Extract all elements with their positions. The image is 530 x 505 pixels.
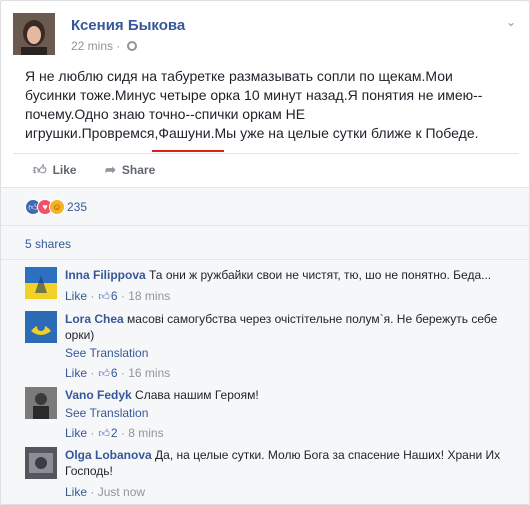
post-text: Я не люблю сидя на табуретке размазывать… (25, 67, 499, 143)
thumbs-up-icon: 👍︎ (98, 368, 110, 380)
comment-footer: Like · 👍︎6 · 16 mins (65, 364, 501, 383)
comment-text: масові самогубства через очістітельне по… (65, 312, 498, 342)
post-text-line: Я не люблю сидя на табуретке размазывать… (25, 68, 453, 84)
comment-like-link[interactable]: Like (65, 289, 87, 303)
share-arrow-icon: ➦ (105, 162, 116, 177)
haha-reaction-icon: ☺ (49, 199, 65, 215)
reactions-bar: 👍︎ ♥ ☺ 235 (1, 187, 529, 225)
comment-like-count[interactable]: 6 (111, 366, 118, 380)
thumbs-up-icon: 👍︎ (33, 162, 47, 177)
comments-section: Inna Filippova Та они ж ружбайки свои не… (1, 259, 529, 504)
comment-like-link[interactable]: Like (65, 366, 87, 380)
post-header: Ксения Быкова 22 mins · ⌄ (13, 13, 519, 57)
commenter-name[interactable]: Lora Chea (65, 312, 124, 326)
shares-bar: 5 shares (1, 225, 529, 259)
comment-like-count[interactable]: 6 (111, 289, 118, 303)
post-meta: 22 mins · (71, 39, 137, 53)
comment-body: Olga Lobanova Да, на целые сутки. Молю Б… (65, 447, 501, 501)
post-time[interactable]: 22 mins (71, 39, 113, 53)
thumbs-up-icon: 👍︎ (98, 291, 110, 303)
chevron-down-icon[interactable]: ⌄ (503, 15, 519, 31)
comment-footer: Like · 👍︎6 · 18 mins (65, 287, 501, 306)
author-avatar[interactable] (13, 13, 55, 55)
share-button[interactable]: ➦ Share (105, 162, 155, 178)
share-label: Share (121, 163, 156, 177)
comment-time[interactable]: 16 mins (128, 366, 170, 380)
see-translation-link[interactable]: See Translation (65, 343, 501, 363)
comment-body: Vano Fedyk Слава нашим Героям! See Trans… (65, 387, 501, 443)
comment-footer: Like · 👍︎2 · 8 mins (65, 424, 501, 443)
commenter-avatar[interactable] (25, 267, 57, 299)
see-translation-link[interactable]: See Translation (65, 403, 501, 423)
comment-footer: Like · Just now (65, 485, 146, 499)
author-name[interactable]: Ксения Быкова (71, 17, 185, 34)
comment-text: Та они ж ружбайки свои не чистят, тю, шо… (149, 268, 492, 282)
comment-body: Inna Filippova Та они ж ружбайки свои не… (65, 267, 501, 306)
comment-like-link[interactable]: Like (65, 485, 87, 499)
post-text-line: бусинки тоже.Минус четыре орка 10 минут … (25, 87, 483, 103)
post-text-line: игрушки.Провремся,Фашуни.Мы уже на целые… (25, 125, 479, 141)
globe-icon (126, 41, 137, 51)
like-button[interactable]: 👍︎ Like (33, 162, 77, 178)
shares-link[interactable]: 5 shares (25, 237, 71, 251)
commenter-avatar[interactable] (25, 311, 57, 343)
like-label: Like (52, 163, 77, 177)
commenter-avatar[interactable] (25, 447, 57, 479)
commenter-name[interactable]: Vano Fedyk (65, 388, 132, 402)
comment-body: Lora Chea масові самогубства через очіст… (65, 311, 501, 383)
post-actions: 👍︎ Like ➦ Share (13, 153, 519, 187)
comment-time[interactable]: Just now (98, 485, 145, 499)
post-card: Ксения Быкова 22 mins · ⌄ Я не люблю сид… (0, 0, 530, 505)
comment-time[interactable]: 8 mins (128, 426, 163, 440)
comment-time[interactable]: 18 mins (128, 289, 170, 303)
post-text-line: почему.Одно знаю точно--спички оркам НЕ (25, 106, 306, 122)
commenter-name[interactable]: Inna Filippova (65, 268, 146, 282)
thumbs-up-icon: 👍︎ (98, 428, 110, 440)
commenter-avatar[interactable] (25, 387, 57, 419)
comment-like-count[interactable]: 2 (111, 426, 118, 440)
comment-like-link[interactable]: Like (65, 426, 87, 440)
commenter-name[interactable]: Olga Lobanova (65, 448, 152, 462)
reaction-count[interactable]: 235 (67, 200, 87, 214)
red-underline-mark (152, 150, 224, 152)
comment-text: Слава нашим Героям! (135, 388, 259, 402)
